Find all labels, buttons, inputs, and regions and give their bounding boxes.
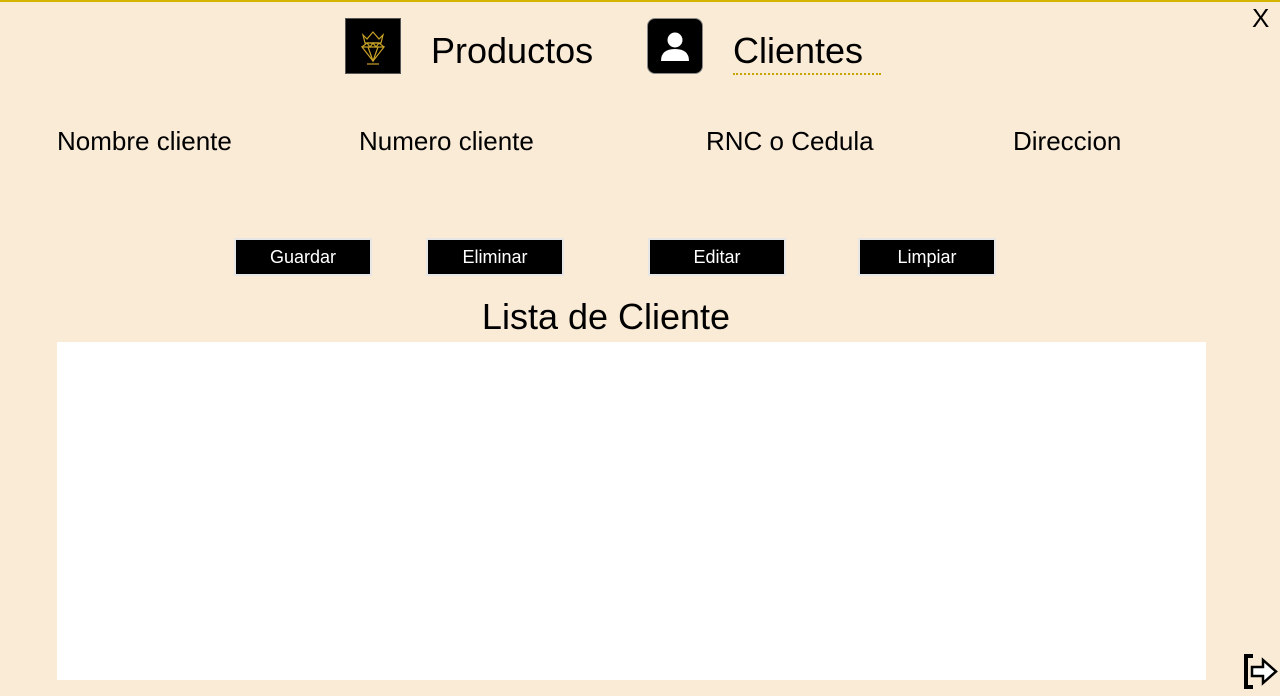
client-list-table[interactable]	[57, 342, 1206, 680]
top-accent-line	[0, 0, 1280, 2]
guardar-button[interactable]: Guardar	[234, 238, 372, 276]
nav-productos-label[interactable]: Productos	[431, 31, 593, 71]
lista-cliente-title: Lista de Cliente	[481, 296, 731, 337]
nombre-cliente-label: Nombre cliente	[57, 126, 232, 156]
direccion-label: Direccion	[1013, 126, 1122, 156]
close-button[interactable]: X	[1252, 4, 1269, 32]
eliminar-button[interactable]: Eliminar	[426, 238, 564, 276]
exit-arrow-icon[interactable]	[1241, 652, 1280, 691]
rnc-cedula-label: RNC o Cedula	[706, 126, 874, 156]
nav-clientes-label[interactable]: Clientes	[733, 31, 881, 75]
editar-button[interactable]: Editar	[648, 238, 786, 276]
numero-cliente-label: Numero cliente	[359, 126, 534, 156]
user-icon[interactable]	[647, 18, 703, 74]
limpiar-button[interactable]: Limpiar	[858, 238, 996, 276]
diamond-crown-logo-icon[interactable]	[345, 18, 401, 74]
